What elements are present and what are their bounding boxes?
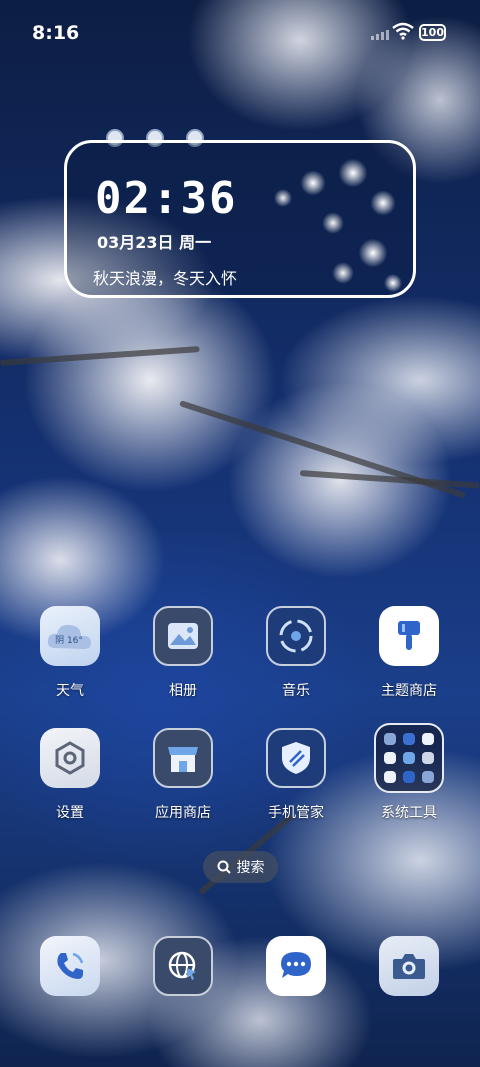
mini-app-icon	[383, 771, 396, 784]
app-label: 主题商店	[381, 683, 437, 699]
signal-icon	[371, 30, 389, 40]
photo-icon	[153, 606, 213, 666]
store-icon	[153, 728, 213, 788]
app-label: 手机管家	[268, 805, 324, 821]
gear-icon	[40, 728, 100, 788]
dock-browser[interactable]	[153, 936, 213, 996]
widget-date: 03月23日 周一	[97, 233, 212, 252]
phone-icon	[57, 952, 84, 979]
app-label: 系统工具	[381, 805, 437, 821]
search-label: 搜索	[236, 860, 265, 876]
dock-messages[interactable]	[266, 936, 326, 996]
app-phone-manager[interactable]: 手机管家	[251, 728, 341, 822]
widget-quote: 秋天浪漫，冬天入怀	[93, 269, 238, 288]
browser-globe-icon	[168, 951, 196, 980]
app-music[interactable]: 音乐	[251, 606, 341, 700]
app-folder-system-tools[interactable]: 系统工具	[364, 723, 454, 822]
cloud-weather-icon: 阴 16°	[40, 606, 100, 666]
status-bar: 8:16 100	[0, 0, 480, 68]
dock-phone[interactable]	[40, 936, 100, 996]
status-time: 8:16	[32, 22, 80, 44]
weather-icon-text: 阴 16°	[55, 635, 83, 646]
wifi-icon	[392, 22, 414, 40]
app-store[interactable]: 应用商店	[138, 728, 228, 822]
mini-app-icon	[383, 732, 396, 745]
app-label: 天气	[56, 683, 84, 699]
mini-app-icon	[422, 751, 435, 764]
paint-brush-icon	[379, 606, 439, 666]
battery-level: 100	[421, 26, 444, 39]
mini-app-icon	[422, 732, 435, 745]
app-label: 设置	[56, 805, 84, 821]
clock-widget[interactable]: 02:36 03月23日 周一 秋天浪漫，冬天入怀	[64, 140, 416, 298]
camera-icon	[393, 954, 425, 979]
app-weather[interactable]: 阴 16° 天气	[25, 606, 115, 700]
mini-app-icon	[383, 751, 396, 764]
blossom-image	[263, 143, 413, 295]
folder-icon	[374, 723, 444, 793]
message-icon	[281, 952, 311, 978]
mini-app-icon	[422, 771, 435, 784]
mini-app-icon	[402, 771, 415, 784]
app-settings[interactable]: 设置	[25, 728, 115, 822]
search-button[interactable]: 搜索	[203, 851, 278, 883]
app-label: 音乐	[282, 683, 310, 699]
app-photos[interactable]: 相册	[138, 606, 228, 700]
mini-app-icon	[402, 751, 415, 764]
app-label: 应用商店	[155, 805, 211, 821]
shield-icon	[266, 728, 326, 788]
mini-app-icon	[402, 732, 415, 745]
widget-clock: 02:36	[95, 173, 238, 224]
battery-icon: 100	[419, 24, 446, 41]
app-theme-store[interactable]: 主题商店	[364, 606, 454, 700]
music-disc-icon	[266, 606, 326, 666]
dock-camera[interactable]	[379, 936, 439, 996]
app-label: 相册	[169, 683, 197, 699]
search-icon	[217, 860, 231, 874]
